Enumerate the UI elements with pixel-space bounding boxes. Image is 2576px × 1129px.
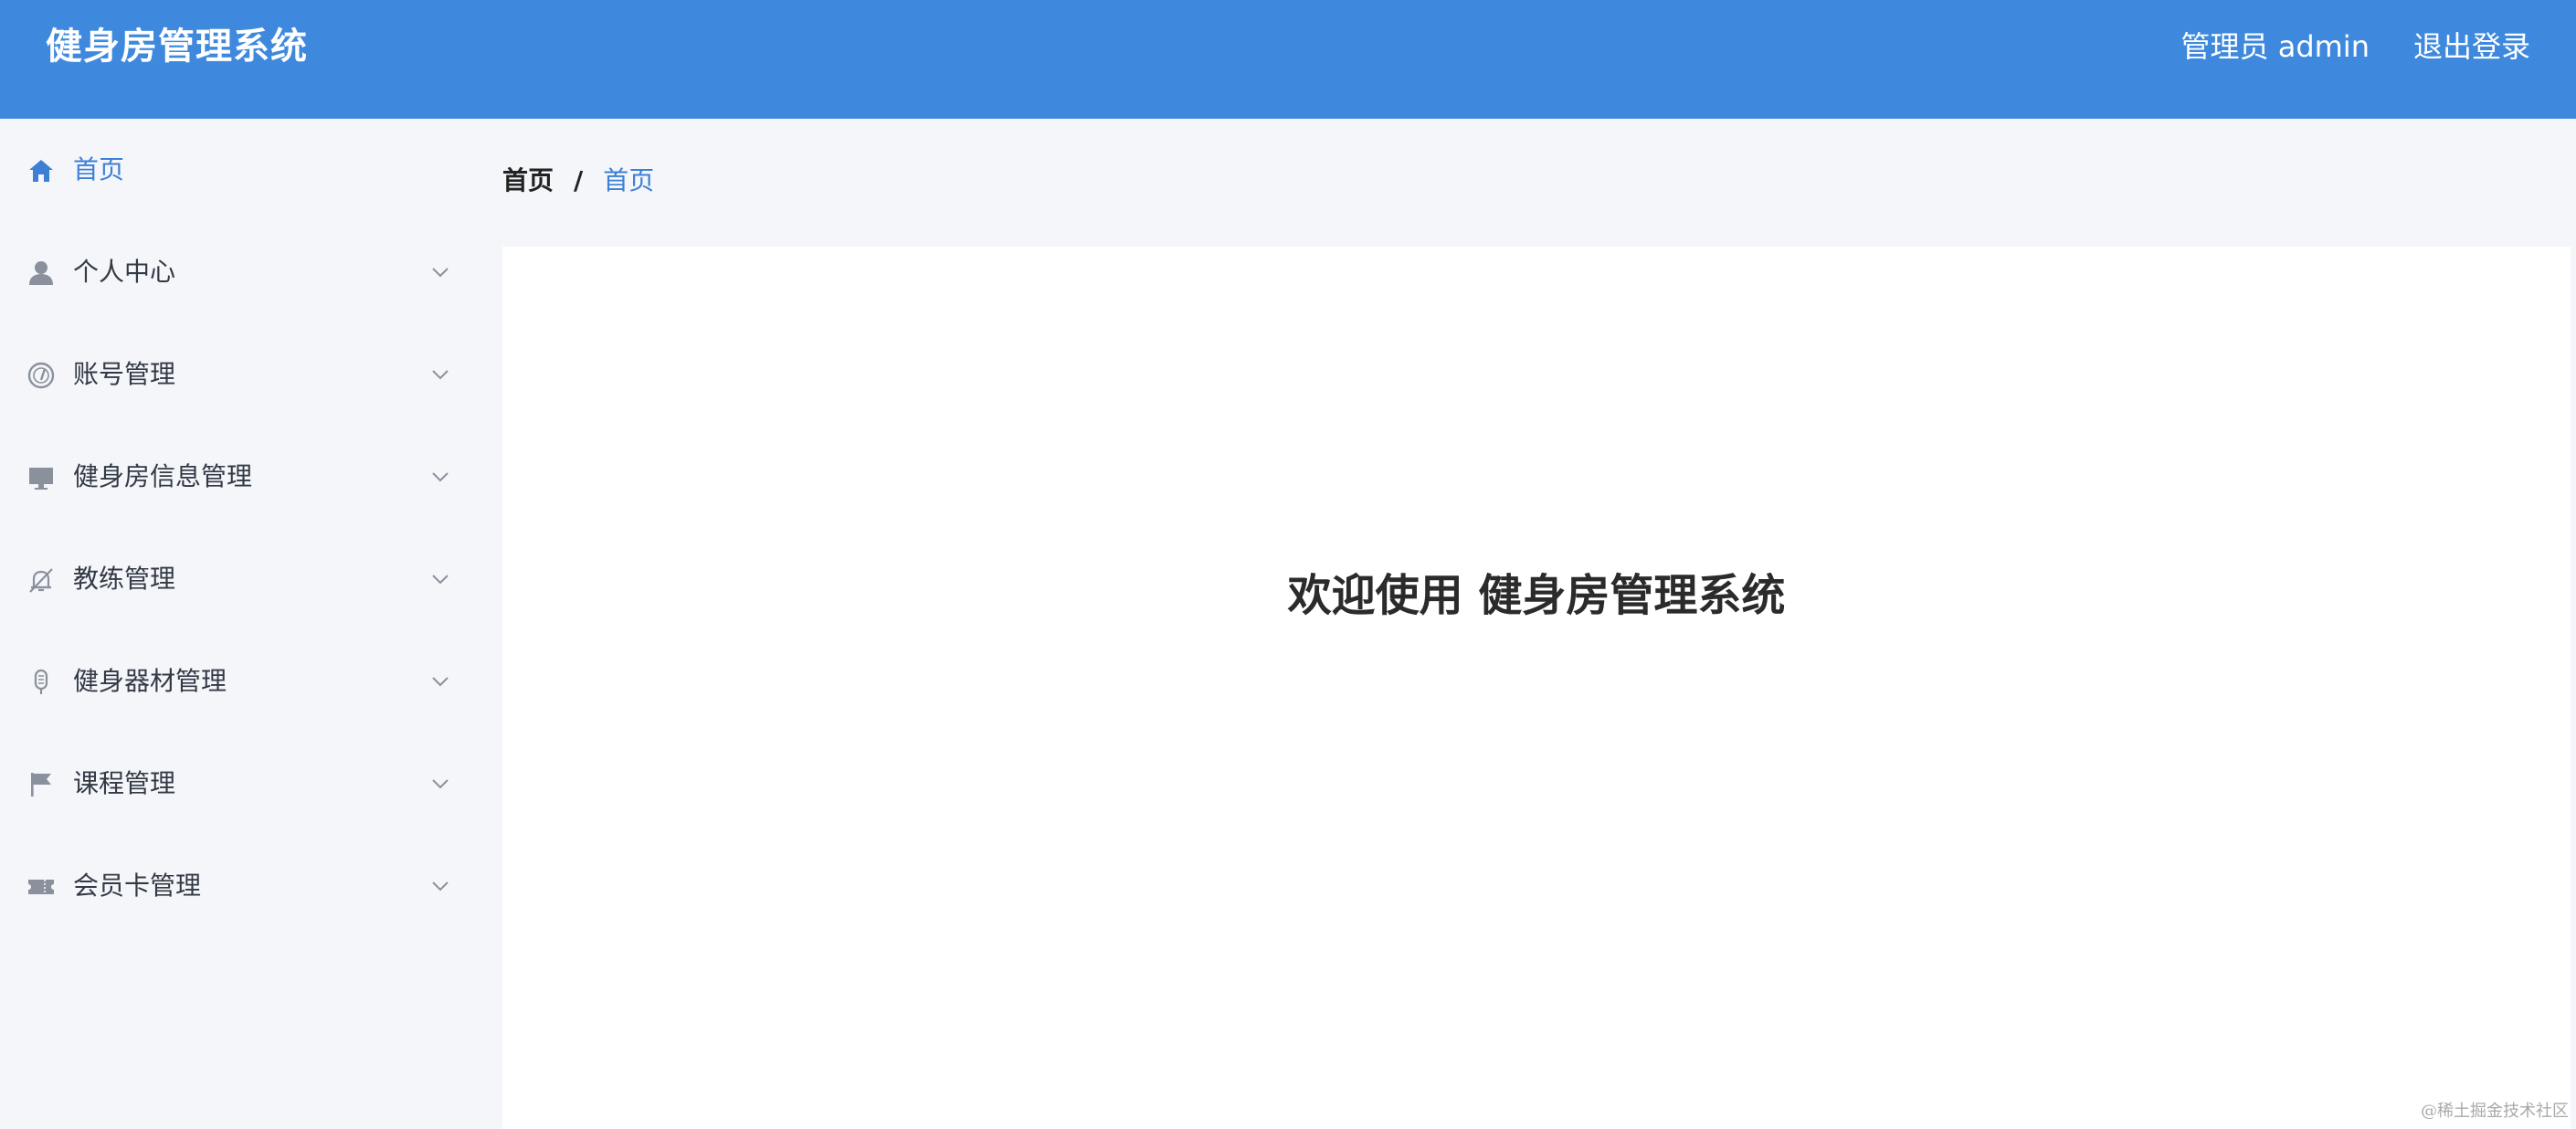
monitor-icon [26,462,57,493]
sidebar-item-label: 健身器材管理 [73,666,227,696]
sidebar-item-membership-card-management[interactable]: 会员卡管理 [0,835,453,937]
top-header: 健身房管理系统 管理员 admin 退出登录 [0,0,2576,119]
sidebar-menu: 首页 个人中心 账号管理 健身房信息管理 教练管理 健身器材管理 课程管理 会员… [0,119,453,1129]
sidebar-item-equipment-management[interactable]: 健身器材管理 [0,630,453,733]
sidebar-item-label: 教练管理 [73,564,176,594]
chevron-down-icon [429,670,451,692]
sidebar-item-course-management[interactable]: 课程管理 [0,733,453,835]
app-title: 健身房管理系统 [46,26,308,68]
breadcrumb-home-link[interactable]: 首页 [502,163,554,199]
sidebar-item-home[interactable]: 首页 [0,119,453,221]
ticket-icon [26,871,57,902]
sidebar-item-label: 会员卡管理 [73,870,202,901]
sidebar-item-account-management[interactable]: 账号管理 [0,323,453,426]
current-user-label: 管理员 admin [2180,29,2370,64]
gauge-icon [26,360,57,391]
app-page: 健身房管理系统 管理员 admin 退出登录 首页 个人中心 账号管理 健身房信… [0,0,2576,1129]
watermark-text: @稀土掘金技术社区 [2421,1102,2569,1121]
sidebar-item-label: 首页 [73,154,125,185]
breadcrumb-separator: / [574,165,584,195]
chevron-down-icon [429,364,451,385]
chevron-down-icon [429,875,451,897]
header-user-area: 管理员 admin 退出登录 [2181,24,2530,69]
chevron-down-icon [429,466,451,488]
chevron-down-icon [429,568,451,590]
sidebar-item-coach-management[interactable]: 教练管理 [0,528,453,630]
sidebar-item-label: 健身房信息管理 [73,461,253,491]
sidebar-item-label: 课程管理 [73,768,176,798]
bell-off-icon [26,564,57,596]
microphone-icon [26,667,57,698]
breadcrumb-current: 首页 [603,165,655,195]
breadcrumb: 首页 / 首页 [502,163,654,199]
welcome-message: 欢迎使用 健身房管理系统 [1287,570,1786,621]
sidebar-item-label: 账号管理 [73,359,176,389]
chevron-down-icon [429,773,451,795]
flag-icon [26,769,57,800]
home-icon [26,155,57,186]
chevron-down-icon [429,261,451,283]
main-content-card: 欢迎使用 健身房管理系统 [502,247,2571,1129]
sidebar-item-label: 个人中心 [73,257,176,287]
logout-link[interactable]: 退出登录 [2413,24,2530,69]
user-icon [26,258,57,289]
sidebar-item-personal-center[interactable]: 个人中心 [0,221,453,323]
sidebar-item-gym-info-management[interactable]: 健身房信息管理 [0,426,453,528]
